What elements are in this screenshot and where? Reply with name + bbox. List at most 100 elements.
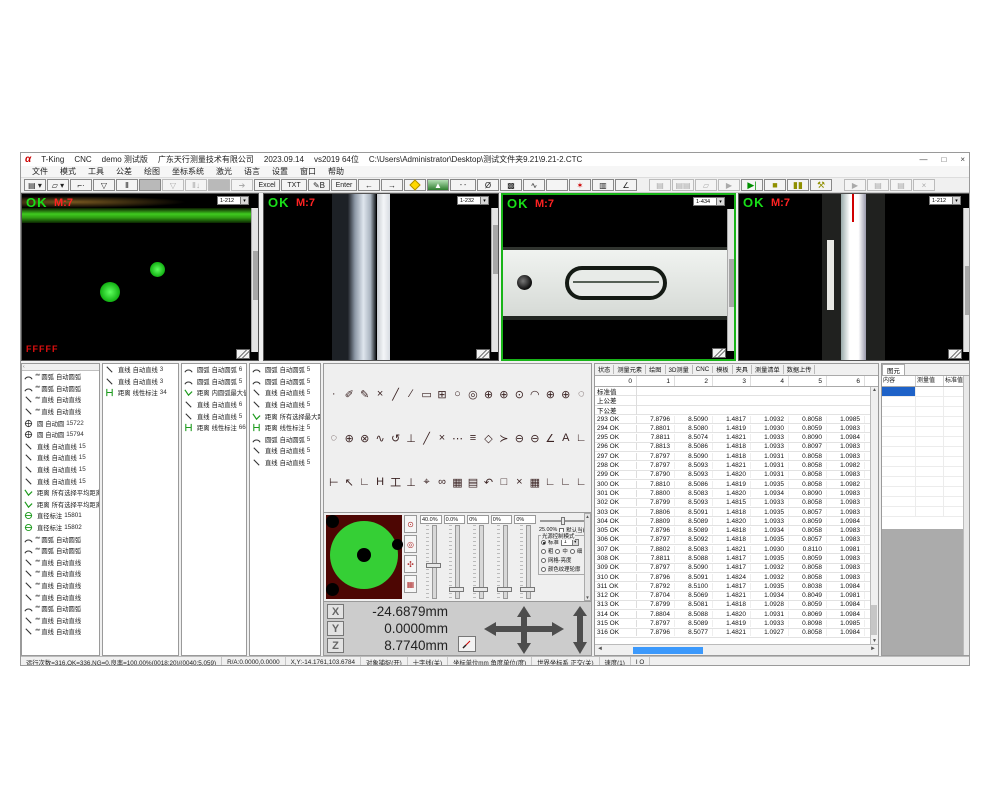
status-segment-4[interactable]: 对象捕捉(开)	[361, 657, 408, 666]
status-segment-8[interactable]: 速度(1)	[600, 657, 631, 666]
menu-item-坐标系统[interactable]: 坐标系统	[167, 166, 209, 177]
table-row-304[interactable]: 304 OK7.88098.50891.48201.09330.80591.09…	[595, 517, 870, 526]
status-segment-7[interactable]: 世界坐标系 正交(关)	[532, 657, 599, 666]
txt-export-button[interactable]: TXT	[281, 179, 307, 191]
element-item[interactable]: 直线自动直线15	[22, 464, 99, 476]
menu-item-模式[interactable]: 模式	[55, 166, 81, 177]
table-row-298[interactable]: 298 OK7.87978.50931.48211.09310.80581.09…	[595, 461, 870, 470]
slider-track[interactable]	[470, 525, 486, 599]
element-item[interactable]: 直线自动直线15	[22, 475, 99, 487]
chamfer-tool-icon[interactable]: ◇	[483, 432, 494, 445]
camera-resize-icon[interactable]	[476, 349, 490, 359]
detail-row[interactable]	[882, 497, 970, 507]
camera-scrollbar[interactable]	[727, 209, 734, 351]
camera-view-1[interactable]: OK M:7 1-212▾ FFFFF	[21, 193, 259, 361]
camera-scrollbar[interactable]	[251, 208, 258, 352]
status-segment-5[interactable]: 十字线(关)	[408, 657, 448, 666]
circle-hatch-tool-icon[interactable]: ⊕	[343, 432, 354, 445]
menu-item-绘图[interactable]: 绘图	[139, 166, 165, 177]
text-tool-icon[interactable]: A	[560, 432, 571, 444]
detail-tab[interactable]: 图元	[882, 364, 905, 375]
element-item[interactable]: ***直线自动直线	[22, 626, 99, 638]
element-item[interactable]: 直线自动直线15	[22, 452, 99, 464]
element-item[interactable]: 圆弧自动圆弧5	[182, 376, 246, 388]
element-item[interactable]: 直径标注15802	[22, 522, 99, 534]
blank-button[interactable]	[546, 179, 568, 191]
circle-dot-tool-icon[interactable]: ⊙	[514, 388, 525, 401]
detail-row[interactable]	[882, 407, 970, 417]
detail-row[interactable]	[882, 457, 970, 467]
star-button[interactable]: ✶	[569, 179, 591, 191]
line-2-tool-icon[interactable]: ∕	[405, 388, 416, 400]
table-row-301[interactable]: 301 OK7.88008.50831.48201.09340.80901.09…	[595, 489, 870, 498]
element-item[interactable]: 直线自动直线5	[250, 445, 320, 457]
pen-edit-tool-icon[interactable]: ✎	[359, 388, 370, 401]
detail-row[interactable]	[882, 477, 970, 487]
undo-tool-icon[interactable]: ↶	[483, 476, 494, 489]
list-hscroll[interactable]: ‹	[22, 364, 99, 371]
arrow-right-button[interactable]: →	[381, 179, 403, 191]
x-axis-button[interactable]: X	[327, 604, 344, 619]
detail-row[interactable]	[882, 437, 970, 447]
element-item[interactable]: ***圆弧自动圆弧	[22, 383, 99, 395]
save-button[interactable]: ▤ ▾	[24, 179, 46, 191]
intersect-tool-icon[interactable]: ×	[436, 432, 447, 444]
table-row-297[interactable]: 297 OK7.87978.50901.48181.09310.80581.09…	[595, 452, 870, 461]
table-hscroll-thumb[interactable]	[633, 647, 703, 654]
run-to-end-button[interactable]: ▶|	[741, 179, 763, 191]
table-row-302[interactable]: 302 OK7.87998.50931.48151.09330.80581.09…	[595, 499, 870, 508]
slider-track[interactable]	[517, 525, 533, 599]
element-item[interactable]: ***圆弧自动圆弧	[22, 603, 99, 615]
h-gauge-tool-icon[interactable]: H	[374, 476, 385, 488]
radio-粗[interactable]	[541, 549, 546, 554]
table-tool-icon[interactable]: ▦	[529, 476, 540, 489]
element-item[interactable]: 圆自动圆15722	[22, 417, 99, 429]
status-segment-9[interactable]: I O	[631, 657, 650, 666]
element-item[interactable]: 直线自动直线6	[182, 399, 246, 411]
element-item[interactable]: 圆弧自动圆弧5	[250, 364, 320, 376]
element-item[interactable]: 距离所有选择平均距离	[22, 487, 99, 499]
element-item[interactable]: 距离内圆弧最大值	[182, 387, 246, 399]
table-row-313[interactable]: 313 OK7.87998.50811.48181.09280.80591.09…	[595, 601, 870, 610]
enter-button[interactable]: Enter	[331, 179, 357, 191]
camera-resize-icon[interactable]	[236, 349, 250, 359]
menu-item-文件[interactable]: 文件	[27, 166, 53, 177]
slider-thumb[interactable]	[497, 587, 512, 592]
grid-brightness-radio[interactable]	[541, 558, 546, 563]
light-mode-quad-icon[interactable]: ✣	[404, 555, 417, 573]
table-row-311[interactable]: 311 OK7.87928.51001.48171.09350.80381.09…	[595, 582, 870, 591]
t-dim-tool-icon[interactable]: ⊥	[405, 476, 416, 489]
vee-tool-icon[interactable]: ≻	[498, 432, 509, 445]
element-item[interactable]: ***直线自动直线	[22, 568, 99, 580]
table-row-295[interactable]: 295 OK7.88118.50741.48211.09330.80901.09…	[595, 433, 870, 442]
dash-dash-button[interactable]: - -	[450, 179, 476, 191]
gray-tool-button[interactable]	[139, 179, 161, 191]
perpendicular-tool-icon[interactable]: ⊥	[405, 432, 416, 445]
element-item[interactable]: 距离线性标注5	[250, 422, 320, 434]
y-axis-button[interactable]: Y	[327, 621, 344, 636]
detail-scrollbar[interactable]	[963, 376, 970, 655]
position-tool-icon[interactable]: ⌖	[421, 476, 432, 489]
camera-scrollbar[interactable]	[963, 208, 970, 352]
ellipse-2-tool-icon[interactable]: ◌	[328, 432, 339, 444]
detail-row[interactable]	[882, 507, 970, 517]
scroll-down-icon[interactable]: ▼	[585, 595, 589, 600]
scroll-up-icon[interactable]: ▲	[585, 514, 589, 519]
diag-dim-tool-icon[interactable]: ↖	[343, 476, 354, 489]
circle-tool-icon[interactable]: ○	[452, 388, 463, 400]
light-dot-2[interactable]	[326, 583, 339, 596]
slider-track[interactable]	[446, 525, 462, 599]
circle-scan-2-tool-icon[interactable]: ⊕	[560, 388, 571, 401]
menu-item-窗口[interactable]: 窗口	[295, 166, 321, 177]
spline-tool-icon[interactable]: ↺	[390, 432, 401, 445]
table-row-309[interactable]: 309 OK7.87978.50901.48171.09320.80581.09…	[595, 564, 870, 573]
light-mode-ring-icon[interactable]: ⊙	[404, 515, 417, 533]
table-tab-数据上传[interactable]: 数据上传	[784, 365, 816, 374]
table-row-312[interactable]: 312 OK7.87048.50691.48211.09340.80491.09…	[595, 592, 870, 601]
i-beam-tool-icon[interactable]: 工	[390, 474, 401, 490]
element-item[interactable]: ***圆弧自动圆弧	[22, 545, 99, 557]
table-row-306[interactable]: 306 OK7.87978.50921.48181.09350.80571.09…	[595, 536, 870, 545]
table-row-316[interactable]: 316 OK7.87968.50771.48211.09270.80581.09…	[595, 629, 870, 638]
color-texture-radio[interactable]	[541, 567, 546, 572]
close-button[interactable]: ×	[960, 155, 965, 164]
